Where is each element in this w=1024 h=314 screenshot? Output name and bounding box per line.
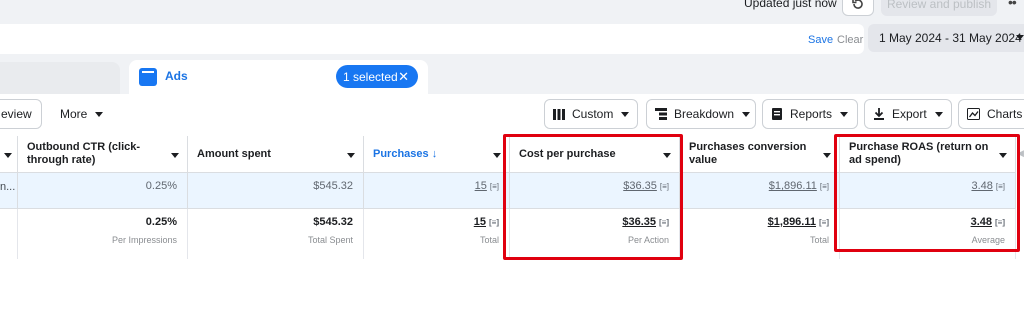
ad-name-cell[interactable]: n... [0, 173, 18, 208]
reports-icon [771, 108, 783, 120]
total-ctr-value: 0.25% [145, 216, 177, 228]
chevron-down-icon [742, 111, 751, 117]
chevron-down-icon[interactable] [171, 153, 179, 158]
breakdown-button[interactable]: Breakdown [646, 99, 756, 129]
tab-ad-sets[interactable] [0, 62, 120, 94]
selected-count-label: 1 selected [343, 69, 398, 84]
amount-cell: $545.32 [188, 173, 364, 208]
tab-ads[interactable]: Ads 1 selected ✕ [129, 60, 428, 94]
total-amount-cell: $545.32 Total Spent [188, 209, 364, 259]
ad-name[interactable]: n... [0, 181, 15, 193]
chevron-down-icon[interactable] [493, 153, 501, 158]
chevron-down-icon [621, 111, 630, 117]
reports-button[interactable]: Reports [762, 99, 858, 129]
header-label: Purchases conversion value [689, 141, 807, 166]
chevron-down-icon[interactable] [4, 153, 12, 158]
total-conv-value-cell: $1,896.11 [≡] Total [680, 209, 840, 259]
total-conv-value-sub: Total [809, 235, 829, 245]
table-toolbar: eview More Custom Breakdown Reports Expo… [0, 94, 1024, 136]
purchases-value[interactable]: 15 [475, 180, 487, 192]
total-purchases-sub: Total [479, 235, 499, 245]
total-ctr-sub: Per Impressions [111, 235, 177, 245]
amount-value: $545.32 [313, 180, 353, 192]
chevron-down-icon [934, 111, 943, 117]
columns-icon [553, 108, 565, 120]
column-header-outbound-ctr[interactable]: Outbound CTR (click-through rate) [18, 136, 188, 173]
total-ctr-cell: 0.25% Per Impressions [18, 209, 188, 259]
export-icon [873, 108, 885, 120]
total-purchases-cell: 15 [≡] Total [364, 209, 510, 259]
highlight-purchase-roas [834, 134, 1020, 252]
highlight-cost-per-purchase [503, 134, 683, 260]
purchases-cell: 15 [≡] [364, 173, 510, 208]
chevron-down-icon[interactable] [823, 153, 831, 158]
header-label: Outbound CTR (click-through rate) [27, 141, 141, 166]
clear-filter-link[interactable]: Clear [837, 34, 863, 46]
more-label: More [60, 107, 88, 121]
preview-label: eview [1, 107, 32, 121]
charts-button[interactable]: Charts [958, 99, 1024, 129]
info-icon[interactable]: [≡] [490, 182, 499, 191]
conv-value[interactable]: $1,896.11 [769, 180, 817, 192]
undo-button[interactable] [842, 0, 874, 16]
breakdown-label: Breakdown [674, 107, 735, 121]
chevron-down-icon[interactable] [347, 153, 355, 158]
header-label: Purchases ↓ [373, 148, 438, 160]
ads-icon [139, 68, 157, 86]
level-tabs: Ads 1 selected ✕ [0, 54, 1024, 94]
close-icon[interactable]: ✕ [398, 69, 409, 85]
top-bar: Updated just now Review and publish •• [0, 0, 1024, 22]
total-amount-value: $545.32 [313, 216, 353, 228]
info-icon[interactable]: [≡] [819, 218, 829, 227]
info-icon[interactable]: [≡] [489, 218, 499, 227]
breakdown-icon [655, 108, 667, 120]
reports-label: Reports [790, 107, 833, 121]
columns-custom-button[interactable]: Custom [544, 99, 638, 129]
total-conv-value[interactable]: $1,896.11 [768, 216, 816, 228]
header-label: Amount spent [197, 148, 271, 160]
total-purchases-value[interactable]: 15 [474, 216, 486, 228]
chevron-down-icon [1016, 35, 1024, 40]
more-button[interactable]: More [54, 99, 110, 129]
date-range-picker[interactable]: 1 May 2024 - 31 May 2024 [868, 24, 1024, 52]
selected-count-pill[interactable]: 1 selected ✕ [336, 65, 418, 88]
preview-button[interactable]: eview [0, 99, 42, 129]
chevron-down-icon [95, 111, 104, 117]
custom-label: Custom [572, 107, 614, 121]
search-filter-input[interactable]: Save Clear [0, 24, 864, 54]
charts-label: Charts [987, 107, 1023, 121]
export-label: Export [892, 107, 927, 121]
more-options-icon[interactable]: •• [1008, 0, 1017, 10]
column-header-purchases[interactable]: Purchases ↓ [364, 136, 510, 173]
save-filter-link[interactable]: Save [808, 34, 833, 46]
export-button[interactable]: Export [864, 99, 952, 129]
undo-icon [852, 0, 863, 9]
charts-icon [967, 108, 980, 120]
conv-value-cell: $1,896.11 [≡] [680, 173, 840, 208]
total-amount-sub: Total Spent [307, 235, 353, 245]
ctr-cell: 0.25% [18, 173, 188, 208]
chevron-down-icon [840, 111, 849, 117]
updated-status: Updated just now [744, 0, 837, 10]
date-range-label: 1 May 2024 - 31 May 2024 [879, 31, 1022, 45]
review-and-publish-button[interactable]: Review and publish [881, 0, 997, 16]
column-header-purchases-conversion-value[interactable]: Purchases conversion value [680, 136, 840, 173]
ctr-value: 0.25% [145, 180, 177, 192]
column-header-name[interactable] [0, 136, 18, 173]
info-icon[interactable]: [≡] [820, 182, 829, 191]
totals-name-cell [0, 209, 18, 259]
column-header-amount-spent[interactable]: Amount spent [188, 136, 364, 173]
tab-ads-label: Ads [165, 69, 188, 83]
